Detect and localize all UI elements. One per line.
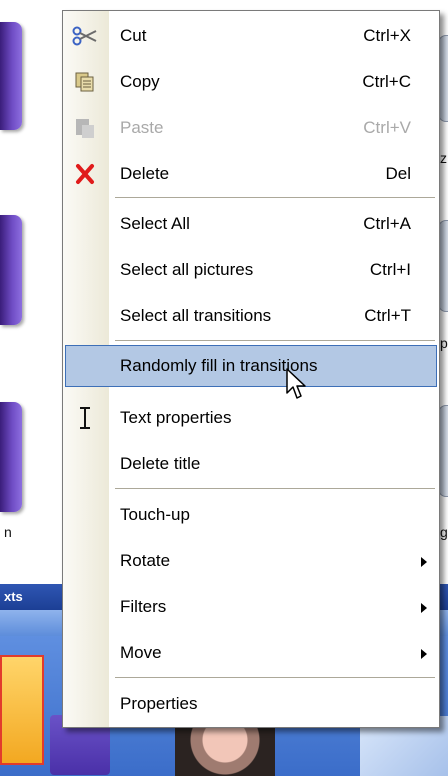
paste-icon [72, 116, 98, 140]
menu-item-delete-title[interactable]: Delete title [63, 441, 439, 487]
menu-item-label: Cut [120, 26, 147, 45]
thumbnail-caption: g [440, 524, 448, 540]
menu-item-select-all[interactable]: Select All Ctrl+A [63, 201, 439, 247]
menu-item-properties[interactable]: Properties [63, 681, 439, 727]
menu-item-label: Move [120, 643, 162, 662]
timeline-clip-selected[interactable] [0, 655, 44, 765]
thumbnail-tile[interactable] [0, 215, 22, 325]
mouse-pointer-icon [286, 368, 308, 407]
text-cursor-icon [72, 406, 98, 430]
menu-item-label: Filters [120, 597, 167, 616]
menu-item-shortcut: Del [385, 164, 411, 183]
menu-item-move[interactable]: Move [63, 630, 439, 676]
thumbnail-caption: z [440, 150, 447, 166]
submenu-arrow-icon [421, 603, 427, 613]
thumbnail-tile[interactable] [0, 402, 22, 512]
menu-item-label: Properties [120, 694, 198, 713]
submenu-arrow-icon [421, 649, 427, 659]
menu-item-label: Delete [120, 164, 170, 183]
menu-separator [115, 677, 435, 678]
menu-item-touch-up[interactable]: Touch-up [63, 492, 439, 538]
menu-item-randomly-fill-transitions[interactable]: Randomly fill in transitions [63, 343, 439, 389]
menu-separator [115, 340, 435, 341]
thumbnail-caption: p [440, 335, 448, 351]
menu-item-label: Delete title [120, 454, 201, 473]
menu-item-label: Select all transitions [120, 306, 272, 325]
menu-item-label: Select All [120, 214, 190, 233]
menu-item-cut[interactable]: Cut Ctrl+X [63, 13, 439, 59]
menu-separator [115, 197, 435, 198]
menu-item-delete[interactable]: Delete Del [63, 151, 439, 197]
menu-item-rotate[interactable]: Rotate [63, 538, 439, 584]
menu-item-shortcut: Ctrl+A [363, 214, 411, 233]
menu-item-shortcut: Ctrl+C [362, 72, 411, 91]
copy-icon [72, 70, 98, 94]
menu-item-shortcut: Ctrl+I [369, 260, 411, 279]
menu-item-shortcut: Ctrl+T [364, 306, 411, 325]
menu-item-label: Copy [120, 72, 160, 91]
scissors-icon [72, 24, 98, 48]
menu-item-label: Paste [120, 118, 164, 137]
menu-item-copy[interactable]: Copy Ctrl+C [63, 59, 439, 105]
menu-item-paste: Paste Ctrl+V [63, 105, 439, 151]
menu-separator [115, 488, 435, 489]
menu-item-select-all-pictures[interactable]: Select all pictures Ctrl+I [63, 247, 439, 293]
menu-item-label: Text properties [120, 408, 232, 427]
menu-item-label: Touch-up [120, 505, 190, 524]
menu-item-label: Rotate [120, 551, 171, 570]
menu-item-text-properties[interactable]: Text properties [63, 395, 439, 441]
thumbnail-caption: n [4, 524, 12, 540]
thumbnail-tile[interactable] [0, 22, 22, 130]
menu-item-filters[interactable]: Filters [63, 584, 439, 630]
menu-item-label: Select all pictures [120, 260, 254, 279]
menu-item-shortcut: Ctrl+V [363, 118, 411, 137]
submenu-arrow-icon [421, 557, 427, 567]
menu-item-shortcut: Ctrl+X [363, 26, 411, 45]
context-menu: Cut Ctrl+X Copy Ctrl+C Paste Ctrl+V Dele… [62, 10, 440, 728]
delete-x-icon [72, 162, 98, 186]
panel-header-label: xts [4, 589, 23, 604]
menu-item-select-all-transitions[interactable]: Select all transitions Ctrl+T [63, 293, 439, 339]
